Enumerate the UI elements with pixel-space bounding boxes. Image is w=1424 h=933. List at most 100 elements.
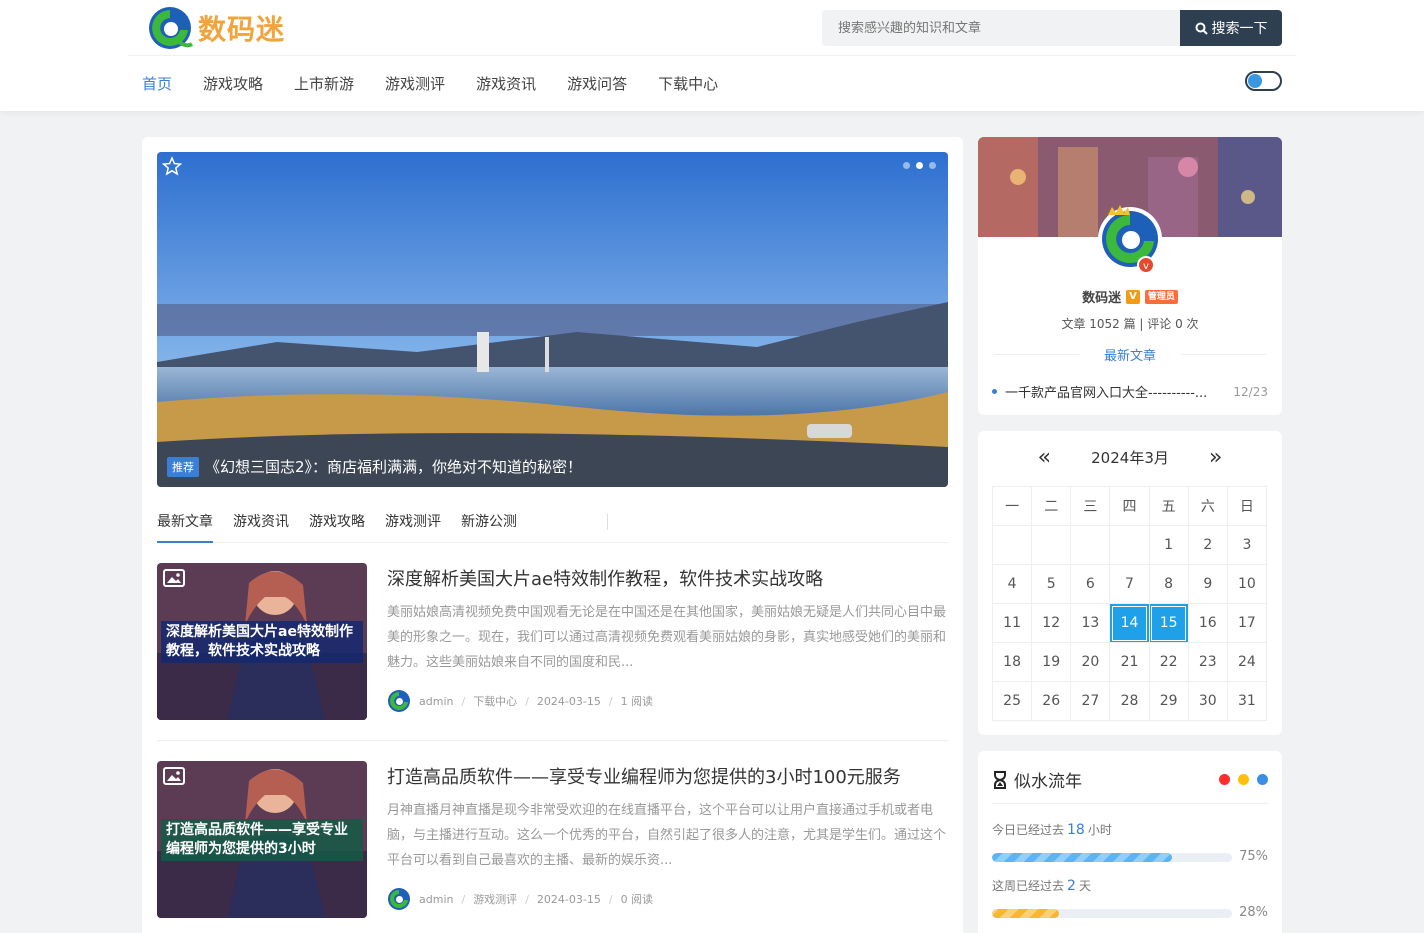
tab-game-reviews[interactable]: 游戏测评: [385, 502, 441, 543]
day-cell: 11: [991, 603, 1033, 643]
author-avatar-large[interactable]: v: [1090, 197, 1170, 277]
latest-article-item[interactable]: 一千款产品官网入口大全----------... 12/23: [992, 382, 1268, 401]
week-progress-fill: [992, 909, 1060, 918]
week-prefix: 这周已经过去: [992, 879, 1065, 893]
prev-month-button[interactable]: «: [1038, 445, 1051, 470]
carousel-dot[interactable]: [903, 162, 910, 169]
post-thumbnail[interactable]: 打造高品质软件——享受专业编程师为您提供的3小时: [157, 761, 367, 918]
tab-new-beta[interactable]: 新游公测: [461, 502, 517, 543]
tab-game-news[interactable]: 游戏资讯: [233, 502, 289, 543]
star-icon[interactable]: [162, 156, 182, 176]
calendar-header: « 2024年3月 »: [978, 445, 1282, 470]
author-name-row: 数码迷 V 管理员: [978, 287, 1282, 306]
post-title[interactable]: 打造高品质软件——享受专业编程师为您提供的3小时100元服务: [387, 763, 901, 789]
day-cell: 25: [991, 681, 1033, 721]
tab-game-guides[interactable]: 游戏攻略: [309, 502, 365, 543]
day-cell: 1: [1148, 525, 1189, 565]
post-date: 2024-03-15: [536, 892, 601, 906]
nav-item-new-games[interactable]: 上市新游: [294, 73, 354, 94]
day-cell: 7: [1109, 564, 1150, 604]
week-percent: 28%: [1239, 905, 1268, 920]
meta-separator: /: [525, 892, 529, 906]
calendar-week: 18 19 20 21 22 23 24: [991, 642, 1268, 682]
tab-divider: [607, 514, 608, 530]
verified-mark: v: [1143, 261, 1149, 272]
site-header: 数码迷 搜索一下 首页 游戏攻略 上市新游 游戏测评 游戏资讯 游戏问答 下载中…: [0, 0, 1424, 111]
week-unit: 天: [1078, 879, 1091, 893]
next-month-button[interactable]: »: [1209, 445, 1222, 470]
nav-item-game-qa[interactable]: 游戏问答: [567, 73, 627, 94]
featured-banner[interactable]: 推荐 《幻想三国志2》：商店福利满满，你绝对不知道的秘密！: [157, 152, 948, 487]
nav-item-game-news[interactable]: 游戏资讯: [476, 73, 536, 94]
yellow-dot: [1238, 774, 1249, 785]
author-profile-card: v 数码迷 V 管理员 文章 1052 篇 | 评论 0 次 最新文章 一千款产…: [978, 137, 1282, 415]
logo-text: 数码迷: [198, 13, 286, 46]
meta-separator: /: [461, 892, 466, 906]
calendar-week: 25 26 27 28 29 30 31: [991, 681, 1268, 721]
site-logo[interactable]: 数码迷: [146, 4, 285, 52]
role-badge: 管理员: [1144, 289, 1178, 304]
day-cell: 22: [1148, 642, 1189, 682]
carousel-dot[interactable]: [929, 162, 936, 169]
search-input[interactable]: [822, 10, 1180, 46]
day-cell: 8: [1148, 564, 1189, 604]
nav-item-home[interactable]: 首页: [142, 73, 172, 94]
day-cell-highlighted[interactable]: 14: [1109, 603, 1150, 643]
day-cell-highlighted[interactable]: 15: [1148, 603, 1189, 643]
author-avatar[interactable]: [387, 689, 411, 713]
carousel-dots: [903, 162, 936, 169]
banner-caption[interactable]: 推荐 《幻想三国志2》：商店福利满满，你绝对不知道的秘密！: [167, 456, 582, 477]
window-dots: [1219, 774, 1268, 785]
search-icon: [1195, 22, 1208, 35]
post-category[interactable]: 游戏测评: [473, 891, 517, 907]
carousel-dot-active[interactable]: [916, 162, 923, 169]
day-cell: [991, 525, 1033, 565]
today-prefix: 今日已经过去: [992, 823, 1065, 837]
tab-latest[interactable]: 最新文章: [157, 502, 213, 543]
post-excerpt: 美丽姑娘高清视频免费中国观看无论是在中国还是在其他国家，美丽姑娘无疑是人们共同心…: [387, 605, 947, 670]
search-button[interactable]: 搜索一下: [1180, 10, 1282, 46]
post-reads: 1 阅读: [620, 695, 654, 708]
weekday-cell: 日: [1226, 486, 1268, 526]
author-avatar[interactable]: [387, 887, 411, 911]
today-progress-fill: [992, 853, 1172, 862]
post-excerpt: 月神直播月神直播是现今非常受欢迎的在线直播平台，这个平台可以让用户直接通过手机或…: [387, 803, 947, 868]
nav-item-game-reviews[interactable]: 游戏测评: [385, 73, 445, 94]
divider: [992, 803, 1268, 804]
toggle-knob: [1248, 74, 1262, 88]
day-cell: 5: [1031, 564, 1072, 604]
article-tabs: 最新文章 游戏资讯 游戏攻略 游戏测评 新游公测: [157, 502, 948, 543]
nav-item-downloads[interactable]: 下载中心: [658, 73, 718, 94]
post-thumbnail[interactable]: 深度解析美国大片ae特效制作教程，软件技术实战攻略: [157, 563, 367, 720]
author-name[interactable]: admin: [419, 695, 453, 708]
latest-articles-heading: 最新文章: [978, 345, 1282, 364]
thumbnail-caption: 深度解析美国大片ae特效制作教程，软件技术实战攻略: [161, 621, 363, 663]
calendar-week: 4 5 6 7 8 9 10: [991, 564, 1268, 604]
post-title[interactable]: 深度解析美国大片ae特效制作教程，软件技术实战攻略: [387, 565, 823, 591]
logo-icon: [149, 7, 194, 49]
day-cell: 17: [1226, 603, 1268, 643]
day-cell: 4: [991, 564, 1033, 604]
post-item: 打造高品质软件——享受专业编程师为您提供的3小时 打造高品质软件——享受专业编程…: [157, 761, 948, 933]
weekday-cell: 二: [1031, 486, 1072, 526]
main-content: 推荐 《幻想三国志2》：商店福利满满，你绝对不知道的秘密！ 最新文章 游戏资讯 …: [142, 137, 963, 933]
author-name[interactable]: admin: [419, 893, 453, 906]
banner-image: [157, 152, 948, 487]
day-cell: [1031, 525, 1072, 565]
theme-toggle[interactable]: [1245, 71, 1282, 91]
day-cell: 19: [1031, 642, 1072, 682]
nav-item-game-guides[interactable]: 游戏攻略: [203, 73, 263, 94]
day-cell: 29: [1148, 681, 1189, 721]
day-cell: 31: [1226, 681, 1268, 721]
day-cell: [1109, 525, 1150, 565]
day-cell: 16: [1187, 603, 1228, 643]
latest-article-title[interactable]: 一千款产品官网入口大全----------...: [1005, 382, 1207, 401]
banner-title[interactable]: 《幻想三国志2》：商店福利满满，你绝对不知道的秘密！: [205, 456, 582, 477]
day-cell: 26: [1031, 681, 1072, 721]
post-reads: 0 阅读: [620, 893, 654, 906]
post-category[interactable]: 下载中心: [473, 693, 517, 709]
image-icon: [163, 767, 185, 785]
calendar-month-title: 2024年3月: [1091, 449, 1169, 467]
calendar-widget: « 2024年3月 » 一 二 三 四 五 六 日 1 2 3 4 5 6 7 …: [978, 431, 1282, 735]
profile-name[interactable]: 数码迷: [1082, 287, 1121, 306]
